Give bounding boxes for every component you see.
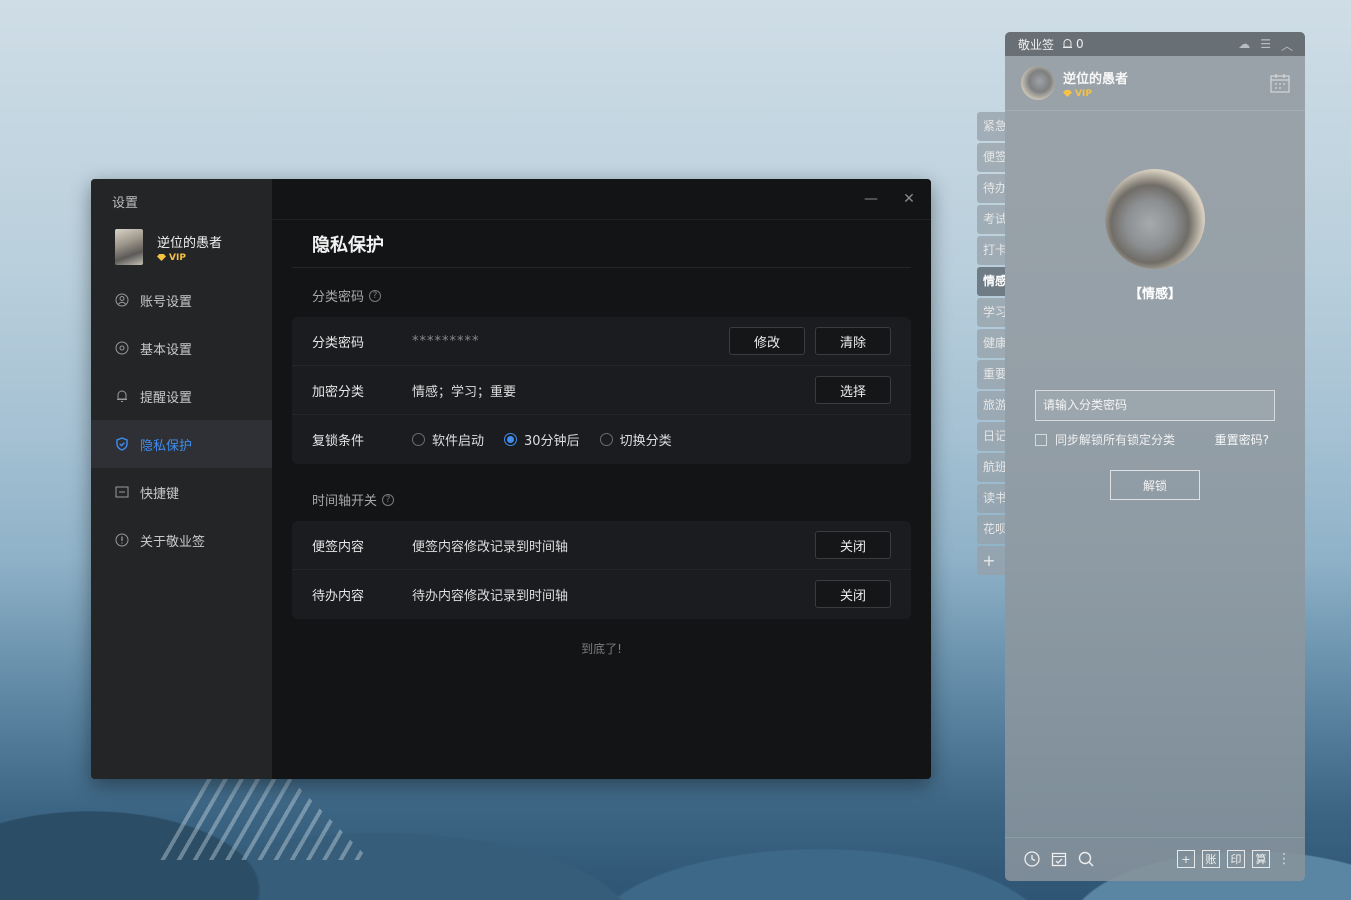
note-timeline-row: 便签内容 便签内容修改记录到时间轴 关闭 <box>292 521 911 570</box>
tab-category[interactable]: 待办 <box>977 174 1005 203</box>
category-lock-avatar <box>1105 169 1205 269</box>
category-password-group: 分类密码 ********* 修改 清除 加密分类 情感；学习；重要 选择 复锁… <box>292 317 911 464</box>
menu-icon[interactable]: ☰ <box>1260 37 1271 54</box>
tab-category[interactable]: 考试 <box>977 205 1005 234</box>
username: 逆位的愚者 <box>157 235 223 251</box>
tab-category[interactable]: 健康 <box>977 329 1005 358</box>
title-bar: — ✕ <box>272 179 931 220</box>
tab-category[interactable]: 航班 <box>977 453 1005 482</box>
radio-software-start[interactable]: 软件启动 <box>412 430 484 449</box>
calendar-icon[interactable] <box>1269 72 1291 94</box>
app-name: 敬业签 <box>1018 37 1055 52</box>
page-title: 隐私保护 <box>312 235 384 256</box>
tab-category-active[interactable]: 情感 <box>977 267 1005 296</box>
more-options-icon[interactable]: ⋮ <box>1277 850 1291 868</box>
clear-button[interactable]: 清除 <box>815 327 891 355</box>
tab-category[interactable]: 紧急 <box>977 112 1005 141</box>
diamond-icon <box>1063 90 1072 97</box>
settings-nav: 账号设置 基本设置 提醒设置 隐私保护 快捷键 关于敬业签 <box>91 276 272 564</box>
sidebar-item-reminder[interactable]: 提醒设置 <box>91 372 272 420</box>
vip-badge: VIP <box>1063 89 1128 99</box>
username: 逆位的愚者 <box>1063 71 1129 87</box>
radio-switch-category[interactable]: 切换分类 <box>599 430 672 449</box>
avatar[interactable] <box>115 229 143 265</box>
help-icon[interactable]: ? <box>382 493 395 506</box>
section-label-category-password: 分类密码 ? <box>312 286 382 305</box>
password-row: 分类密码 ********* 修改 清除 <box>292 317 911 366</box>
category-password-input[interactable]: 请输入分类密码 <box>1035 390 1275 421</box>
avatar[interactable] <box>1021 66 1055 100</box>
modify-button[interactable]: 修改 <box>729 327 805 355</box>
encrypt-category-row: 加密分类 情感；学习；重要 选择 <box>292 366 911 415</box>
todo-timeline-toggle-button[interactable]: 关闭 <box>815 580 891 608</box>
account-book-button[interactable]: 账 <box>1202 850 1220 868</box>
sidebar-item-account[interactable]: 账号设置 <box>91 276 272 324</box>
settings-sidebar: 设置 逆位的愚者 VIP 账号设置 基本设置 提醒设置 隐私保护 快捷键 关于敬… <box>91 179 272 779</box>
todo-timeline-row: 待办内容 待办内容修改记录到时间轴 关闭 <box>292 570 911 619</box>
sidebar-user: 逆位的愚者 VIP <box>115 229 222 265</box>
tab-category[interactable]: 花呗 <box>977 515 1005 544</box>
diamond-icon <box>157 254 166 261</box>
relock-row: 复锁条件 软件启动 30分钟后 切换分类 <box>292 415 911 464</box>
password-value: ********* <box>412 333 480 349</box>
locked-category-name: 【情感】 <box>1128 287 1181 302</box>
cloud-icon[interactable]: ☁ <box>1238 37 1250 54</box>
section-label-timeline: 时间轴开关 ? <box>312 490 395 509</box>
bell-icon <box>1063 39 1073 48</box>
sidebar-item-privacy[interactable]: 隐私保护 <box>91 420 272 468</box>
divider <box>292 267 911 268</box>
bell-icon <box>115 389 129 403</box>
help-icon[interactable]: ? <box>369 289 382 302</box>
settings-window: 设置 逆位的愚者 VIP 账号设置 基本设置 提醒设置 隐私保护 快捷键 关于敬… <box>91 179 931 779</box>
calculator-button[interactable]: 算 <box>1252 850 1270 868</box>
panel-user: 逆位的愚者 VIP <box>1021 66 1128 100</box>
select-button[interactable]: 选择 <box>815 376 891 404</box>
divider <box>1005 110 1305 111</box>
sidebar-item-about[interactable]: 关于敬业签 <box>91 516 272 564</box>
minimize-button[interactable]: — <box>863 191 879 207</box>
encrypted-categories: 情感；学习；重要 <box>412 384 517 400</box>
todo-check-icon[interactable] <box>1050 850 1068 868</box>
tab-category[interactable]: 打卡 <box>977 236 1005 265</box>
chevron-up-icon[interactable]: ︿ <box>1281 37 1293 54</box>
reset-password-link[interactable]: 重置密码? <box>1215 431 1269 448</box>
tab-category[interactable]: 重要 <box>977 360 1005 389</box>
timeline-group: 便签内容 便签内容修改记录到时间轴 关闭 待办内容 待办内容修改记录到时间轴 关… <box>292 521 911 619</box>
add-note-button[interactable]: + <box>1177 850 1195 868</box>
checkbox[interactable] <box>1035 433 1047 446</box>
tab-category[interactable]: 读书 <box>977 484 1005 513</box>
add-category-button[interactable]: + <box>977 546 1005 575</box>
relock-radio-group: 软件启动 30分钟后 切换分类 <box>412 430 692 449</box>
sidebar-item-basic[interactable]: 基本设置 <box>91 324 272 372</box>
clock-icon[interactable] <box>1023 850 1041 868</box>
end-of-list-note: 到底了! <box>581 642 622 656</box>
shield-icon <box>115 437 129 451</box>
settings-title: 设置 <box>112 196 139 211</box>
category-tabs: 紧急 便签 待办 考试 打卡 情感 学习 健康 重要 旅游 日记 航班 读书 花… <box>977 112 1005 577</box>
gear-icon <box>115 341 129 355</box>
panel-footer: + 账 印 算 ⋮ <box>1005 837 1305 881</box>
sidebar-item-shortcuts[interactable]: 快捷键 <box>91 468 272 516</box>
tab-category[interactable]: 旅游 <box>977 391 1005 420</box>
close-button[interactable]: ✕ <box>901 191 917 207</box>
tab-category[interactable]: 日记 <box>977 422 1005 451</box>
sync-unlock-checkbox[interactable]: 同步解锁所有锁定分类 <box>1035 431 1175 448</box>
tab-category[interactable]: 学习 <box>977 298 1005 327</box>
user-icon <box>115 293 129 307</box>
notification-bell[interactable]: 0 <box>1062 37 1084 51</box>
keyboard-icon <box>115 485 129 499</box>
settings-main: — ✕ 隐私保护 分类密码 ? 分类密码 ********* 修改 清除 加密分… <box>272 179 931 779</box>
panel-header: 敬业签 0 ☁ ☰ ︿ <box>1005 32 1305 56</box>
radio-30min[interactable]: 30分钟后 <box>504 430 580 449</box>
tab-category[interactable]: 便签 <box>977 143 1005 172</box>
info-icon <box>115 533 129 547</box>
note-panel: 敬业签 0 ☁ ☰ ︿ 逆位的愚者 VIP 【情感】 请输入分类密码 同步解锁所… <box>1005 32 1305 881</box>
print-button[interactable]: 印 <box>1227 850 1245 868</box>
note-timeline-toggle-button[interactable]: 关闭 <box>815 531 891 559</box>
search-icon[interactable] <box>1077 850 1095 868</box>
unlock-button[interactable]: 解锁 <box>1110 470 1200 500</box>
vip-badge: VIP <box>157 253 222 263</box>
